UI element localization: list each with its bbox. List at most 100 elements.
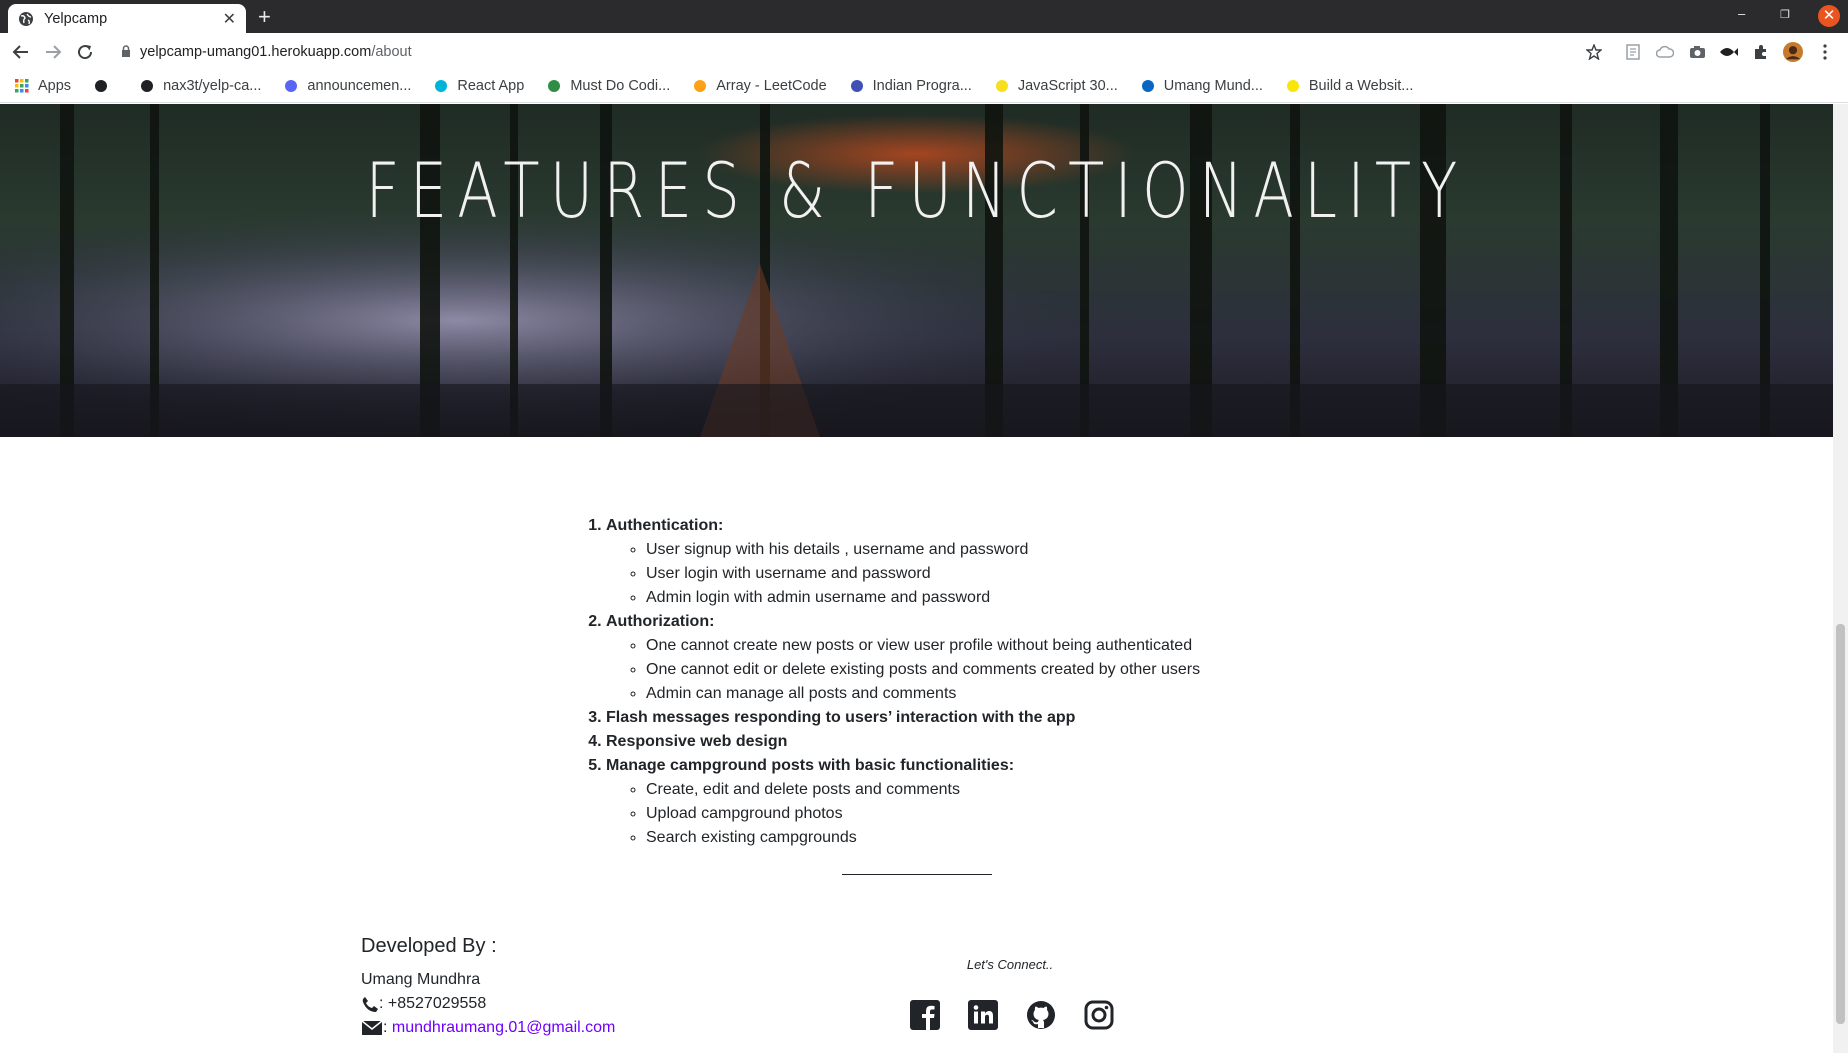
react-icon <box>433 78 449 94</box>
feature-item: Responsive web design <box>606 730 1370 754</box>
url-host: yelpcamp-umang01.herokuapp.com <box>140 43 372 60</box>
bookmark-item[interactable]: Build a Websit... <box>1285 78 1414 94</box>
bookmark-item[interactable]: Indian Progra... <box>849 78 972 94</box>
hero-banner: FEATURES & FUNCTIONALITY <box>0 104 1833 437</box>
forward-button[interactable] <box>40 39 66 65</box>
envelope-icon <box>361 1020 383 1035</box>
bookmark-item[interactable]: React App <box>433 78 524 94</box>
feature-subitem: Admin login with admin username and pass… <box>646 586 1370 610</box>
linkedin-icon <box>1140 78 1156 94</box>
connect-section: Let's Connect.. <box>900 956 1120 974</box>
facebook-icon[interactable] <box>910 1000 940 1030</box>
back-button[interactable] <box>8 39 34 65</box>
bookmark-item[interactable]: Array - LeetCode <box>692 78 827 94</box>
phone-icon <box>362 996 378 1012</box>
apps-grid-icon <box>14 78 30 94</box>
arrow-left-icon <box>12 45 28 59</box>
page-scrollbar[interactable] <box>1833 104 1848 1053</box>
phone-row: : +8527029558 <box>361 992 615 1016</box>
github-icon <box>139 78 155 94</box>
url-path: /about <box>371 43 412 60</box>
globe-icon <box>19 11 33 26</box>
globe-icon <box>93 78 109 94</box>
bookmark-label: Array - LeetCode <box>716 78 827 94</box>
phone-number: : +8527029558 <box>379 995 487 1012</box>
feature-subitem: One cannot create new posts or view user… <box>646 634 1370 658</box>
social-links <box>910 1000 1114 1030</box>
extension-cloud-icon[interactable] <box>1655 42 1675 62</box>
developer-info: Developed By : Umang Mundhra : +85270295… <box>361 934 615 1040</box>
feature-title: Authentication: <box>606 517 724 534</box>
developed-by-heading: Developed By : <box>361 935 497 957</box>
browser-tab[interactable]: Yelpcamp ✕ <box>8 4 246 33</box>
feature-title: Responsive web design <box>606 733 788 750</box>
feature-subitems: One cannot create new posts or view user… <box>606 634 1370 706</box>
browser-menu-icon[interactable] <box>1815 42 1835 62</box>
bookmark-label: Umang Mund... <box>1163 78 1263 94</box>
connect-label: Let's Connect.. <box>966 957 1054 972</box>
feature-item: Authentication: User signup with his deta… <box>606 514 1370 610</box>
feature-item: Authorization: One cannot create new post… <box>606 610 1370 706</box>
trophy-icon <box>849 78 865 94</box>
bookmark-star-icon[interactable] <box>1584 42 1604 62</box>
page-viewport: FEATURES & FUNCTIONALITY Authentication:… <box>0 104 1833 1053</box>
reload-icon <box>78 45 93 60</box>
bookmark-label: nax3t/yelp-ca... <box>163 78 262 94</box>
feature-subitem: User login with username and password <box>646 562 1370 586</box>
bookmarks-bar: Apps nax3t/yelp-ca... announcemen... React … <box>0 70 1848 103</box>
extension-doc-icon[interactable] <box>1623 42 1643 62</box>
extensions-puzzle-icon[interactable] <box>1751 42 1771 62</box>
bookmark-item[interactable] <box>93 78 117 94</box>
section-divider <box>842 874 992 875</box>
browser-titlebar: Yelpcamp ✕ + – ❐ ✕ <box>0 0 1848 33</box>
feature-ordered-list: Authentication: User signup with his deta… <box>570 514 1370 850</box>
scrollbar-thumb[interactable] <box>1836 624 1845 1024</box>
features-list: Authentication: User signup with his deta… <box>570 514 1370 850</box>
profile-avatar[interactable] <box>1783 42 1803 62</box>
bookmark-item[interactable]: nax3t/yelp-ca... <box>139 78 261 94</box>
feature-subitem: Create, edit and delete posts and commen… <box>646 778 1370 802</box>
bookmark-label: React App <box>457 78 525 94</box>
email-row: : mundhraumang.01@gmail.com <box>361 1016 615 1040</box>
tab-title: Yelpcamp <box>44 10 108 27</box>
browser-toolbar: yelpcamp-umang01.herokuapp.com/about <box>0 33 1848 70</box>
minimize-button[interactable]: – <box>1738 6 1745 21</box>
feature-item: Flash messages responding to users’ inte… <box>606 706 1370 730</box>
bookmark-item[interactable]: Apps <box>14 78 71 94</box>
developer-name: Umang Mundhra <box>361 971 481 988</box>
lock-icon <box>122 45 130 57</box>
website-icon <box>1285 78 1301 94</box>
feature-subitems: User signup with his details , username … <box>606 538 1370 610</box>
discord-icon <box>283 78 299 94</box>
email-link[interactable]: mundhraumang.01@gmail.com <box>392 1016 615 1040</box>
github-icon[interactable] <box>1026 1000 1056 1030</box>
reload-button[interactable] <box>72 39 98 65</box>
extension-fish-icon[interactable] <box>1719 42 1739 62</box>
arrow-right-icon <box>46 45 62 59</box>
feature-title: Manage campground posts with basic funct… <box>606 757 1015 774</box>
linkedin-icon[interactable] <box>968 1000 998 1030</box>
bookmark-label: Apps <box>38 78 72 94</box>
bookmark-label: announcemen... <box>307 78 412 94</box>
bookmark-item[interactable]: JavaScript 30... <box>994 78 1118 94</box>
extension-camera-icon[interactable] <box>1687 42 1707 62</box>
js30-icon <box>994 78 1010 94</box>
window-close-button[interactable]: ✕ <box>1818 5 1840 27</box>
feature-subitem: Search existing campgrounds <box>646 826 1370 850</box>
instagram-icon[interactable] <box>1084 1000 1114 1030</box>
feature-title: Flash messages responding to users’ inte… <box>606 709 1076 726</box>
address-bar[interactable]: yelpcamp-umang01.herokuapp.com/about <box>111 37 1593 66</box>
restore-button[interactable]: ❐ <box>1780 8 1790 21</box>
feature-subitem: One cannot edit or delete existing posts… <box>646 658 1370 682</box>
feature-subitem: Admin can manage all posts and comments <box>646 682 1370 706</box>
feature-subitems: Create, edit and delete posts and commen… <box>606 778 1370 850</box>
gfg-icon <box>546 78 562 94</box>
new-tab-button[interactable]: + <box>258 4 271 30</box>
tab-close-icon[interactable]: ✕ <box>223 9 236 29</box>
bookmark-label: Build a Websit... <box>1308 78 1414 94</box>
bookmark-item[interactable]: announcemen... <box>283 78 411 94</box>
bookmark-item[interactable]: Umang Mund... <box>1140 78 1263 94</box>
bookmark-item[interactable]: Must Do Codi... <box>546 78 670 94</box>
bookmark-label: JavaScript 30... <box>1017 78 1118 94</box>
bookmark-label: Must Do Codi... <box>570 78 671 94</box>
